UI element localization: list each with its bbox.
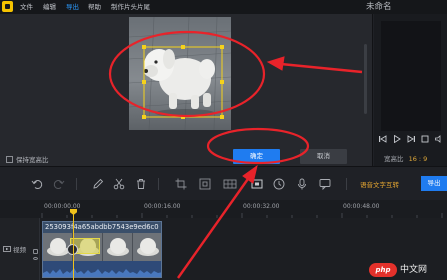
crop-preview-image[interactable]: [129, 17, 231, 130]
track-name-label: 视频: [13, 246, 26, 254]
clip-thumbnails: [43, 233, 161, 261]
microphone-icon[interactable]: [294, 176, 310, 192]
php-logo: php: [369, 263, 397, 277]
playback-controls: [378, 132, 447, 146]
dialog-scrollbar[interactable]: [364, 44, 367, 114]
undo-icon[interactable]: [29, 176, 45, 192]
video-track-icon: [3, 246, 11, 252]
volume-icon[interactable]: [434, 132, 444, 146]
aspect-ratio-label: 宽高比: [384, 155, 404, 163]
edit-toolbar: 语音文字互转 导出: [0, 166, 447, 200]
toolbar-divider: [76, 178, 77, 190]
tick-label: 00:00:00.00: [44, 203, 81, 210]
aspect-ratio-value[interactable]: 16 : 9: [409, 155, 428, 163]
clip-thumbnail: [133, 233, 161, 261]
cancel-button[interactable]: 取消: [300, 149, 347, 164]
resize-icon[interactable]: [197, 176, 213, 192]
tick-label: 00:00:16.00: [144, 203, 181, 210]
redo-icon[interactable]: [51, 176, 67, 192]
export-button[interactable]: 导出: [421, 176, 447, 191]
menu-bar: 文件 编辑 导出 帮助 制作片头片尾 未命名: [0, 0, 447, 14]
menu-export[interactable]: 导出: [66, 2, 79, 12]
next-frame-icon[interactable]: [406, 132, 416, 146]
timeline-ruler[interactable]: 00:00:00.00 00:00:16.00 00:00:32.00 00:0…: [0, 200, 447, 218]
app-logo: [2, 1, 13, 12]
menu-help[interactable]: 帮助: [88, 2, 101, 12]
menu-file[interactable]: 文件: [20, 2, 33, 12]
stop-icon[interactable]: [420, 132, 430, 146]
watermark-text: 中文网: [400, 265, 428, 275]
crop-icon[interactable]: [173, 176, 189, 192]
speed-icon[interactable]: [271, 176, 287, 192]
keep-ratio-label: 保持宽高比: [16, 156, 49, 164]
preview-panel: 宽高比 16 : 9: [374, 14, 447, 166]
preview-screen: [381, 21, 441, 131]
speech-text-convert-button[interactable]: 语音文字互转: [360, 179, 399, 189]
menu-edit[interactable]: 编辑: [43, 2, 56, 12]
dog-photo: [129, 17, 231, 130]
tick-label: 00:00:32.00: [243, 203, 280, 210]
play-icon[interactable]: [392, 132, 402, 146]
trash-icon[interactable]: [133, 176, 149, 192]
crop-dialog: 保持宽高比 确定 取消: [0, 14, 373, 166]
lock-icon[interactable]: [33, 249, 38, 254]
pen-icon[interactable]: [90, 176, 106, 192]
clip-name: 253093f4a65abdbb7543e9ed6c0: [45, 223, 159, 231]
video-track-header: 视频: [0, 218, 40, 280]
menu-intro-outro[interactable]: 制作片头片尾: [111, 2, 150, 12]
aspect-ratio-display: 宽高比 16 : 9: [384, 153, 427, 163]
ok-button[interactable]: 确定: [233, 149, 280, 164]
previous-frame-icon[interactable]: [378, 132, 388, 146]
clip-thumbnail: [103, 233, 133, 261]
freeze-frame-icon[interactable]: [249, 176, 265, 192]
track-name: 视频: [3, 244, 26, 254]
playhead-line[interactable]: [73, 214, 74, 280]
tick-label: 00:00:48.00: [343, 203, 380, 210]
toolbar-divider: [346, 178, 347, 190]
app-title: 未命名: [366, 2, 392, 12]
video-clip[interactable]: 253093f4a65abdbb7543e9ed6c0: [42, 221, 162, 278]
text-to-speech-icon[interactable]: [317, 176, 333, 192]
audio-waveform: [43, 261, 161, 277]
mosaic-icon[interactable]: [222, 176, 238, 192]
eye-icon[interactable]: [33, 257, 38, 260]
keep-ratio-checkbox[interactable]: 保持宽高比: [6, 154, 49, 164]
checkbox-box[interactable]: [6, 155, 13, 163]
toolbar-divider: [158, 178, 159, 190]
scissors-icon[interactable]: [111, 176, 127, 192]
